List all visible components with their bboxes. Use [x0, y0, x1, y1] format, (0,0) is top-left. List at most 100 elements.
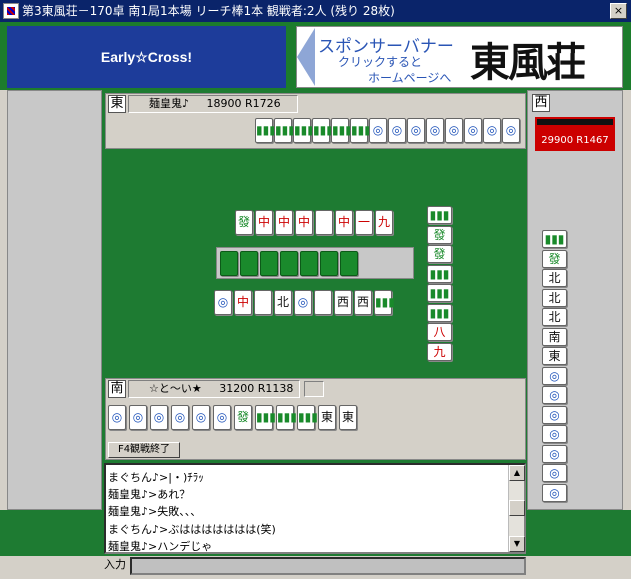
mahjong-tile[interactable]: ▮▮▮	[276, 405, 297, 430]
mahjong-tile: ▮▮▮	[427, 303, 452, 322]
mahjong-tile: 西	[354, 290, 372, 315]
mahjong-tile: 北	[542, 269, 567, 287]
tonpuso-logo: 東風荘	[470, 39, 586, 86]
left-panel	[7, 90, 102, 510]
mahjong-tile: 北	[542, 288, 567, 307]
mahjong-tile[interactable]: 東	[339, 405, 357, 430]
mahjong-tile[interactable]: 東	[318, 405, 336, 430]
mahjong-tile: ▮▮▮	[312, 118, 333, 143]
chat-scrollbar[interactable]: ▲ ▼	[508, 465, 525, 552]
mahjong-tile: ◎	[483, 118, 501, 143]
mahjong-tile: ◎	[464, 118, 482, 143]
mahjong-tile: 八	[427, 323, 452, 341]
mahjong-tile: ▮▮▮	[427, 264, 452, 283]
mahjong-tile: 中	[234, 290, 252, 315]
mahjong-tile: 一	[355, 210, 373, 235]
mahjong-tile[interactable]: ◎	[150, 405, 168, 430]
west-name-redacted	[537, 119, 613, 125]
mahjong-tile: ◎	[294, 290, 312, 315]
mahjong-tile: ◎	[542, 425, 567, 443]
mahjong-tile: ◎	[542, 444, 567, 463]
south-hand[interactable]: ◎ ◎ ◎ ◎ ◎ ◎ 發 ▮▮▮ ▮▮▮ ▮▮▮ 東東	[108, 405, 388, 435]
wall-tile	[340, 251, 358, 276]
close-button[interactable]: ×	[610, 3, 627, 19]
south-name: ☆と～い★	[149, 382, 202, 395]
dead-wall	[220, 251, 370, 277]
finish-spectating-button[interactable]: F4観戦終了	[108, 442, 180, 458]
west-seat-indicator: 西	[532, 94, 550, 112]
wall-tile	[280, 251, 298, 276]
wall-tile	[260, 251, 278, 276]
status-strip	[0, 575, 631, 579]
north-name: 麺皇鬼♪	[149, 97, 190, 110]
west-score: 29900	[541, 135, 574, 146]
wall-tile	[240, 251, 258, 276]
mahjong-tile: 西	[334, 290, 352, 315]
mahjong-tile: ◎	[214, 290, 232, 315]
mahjong-tile: 發	[427, 245, 452, 263]
mahjong-tile: ◎	[542, 366, 567, 385]
mahjong-tile[interactable]: ◎	[213, 405, 231, 430]
scroll-down-icon[interactable]: ▼	[509, 536, 525, 552]
north-seat-indicator: 東	[108, 95, 126, 113]
mahjong-tile[interactable]: ◎	[108, 405, 126, 430]
mahjong-tile[interactable]: ▮▮▮	[297, 405, 318, 430]
input-label: 入力	[104, 558, 126, 571]
scroll-up-icon[interactable]: ▲	[509, 465, 525, 481]
mahjong-tile	[254, 290, 272, 315]
mahjong-tile: ▮▮▮	[542, 230, 567, 248]
south-score: 31200	[219, 382, 255, 395]
south-discards: ◎ 中北 ◎ 西西 ▮▮▮	[214, 290, 404, 318]
wall-tile	[220, 251, 238, 276]
mahjong-tile: ◎	[445, 118, 463, 143]
mahjong-tile: ◎	[542, 483, 567, 502]
chat-log[interactable]: まぐちん♪>|・)ﾁﾗｯ 麺皇鬼♪>あれ？ 麺皇鬼♪>失敗、、、 まぐちん♪>ぶ…	[104, 463, 526, 554]
east-discards: ▮▮▮ 發發 ▮▮▮ ▮▮▮ ▮▮▮ 八九	[427, 206, 455, 366]
mahjong-tile: ◎	[542, 386, 567, 404]
banner-early-cross[interactable]: Early☆Cross!	[7, 26, 286, 88]
mahjong-tile: ▮▮▮	[274, 118, 295, 143]
mahjong-tile[interactable]: ◎	[192, 405, 210, 430]
title-bar: 第3東風荘－170卓 南1局1本場 リーチ棒1本 観戦者:2人 (残り 28枚)	[0, 0, 631, 22]
app-icon[interactable]	[3, 3, 19, 19]
mahjong-tile[interactable]: 發	[234, 405, 252, 430]
mahjong-tile[interactable]: ◎	[171, 405, 189, 430]
south-seat-indicator: 南	[108, 380, 126, 398]
north-rating: R1726	[245, 97, 281, 110]
sponsor-text-3: ホームページへ	[368, 71, 452, 85]
mahjong-tile: ◎	[502, 118, 520, 143]
north-name-field: 麺皇鬼♪ 18900 R1726	[128, 95, 298, 113]
mahjong-tile: 中	[255, 210, 273, 235]
south-rating: R1138	[257, 382, 294, 395]
mahjong-tile[interactable]: ▮▮▮	[255, 405, 276, 430]
mahjong-tile: ▮▮▮	[331, 118, 352, 143]
mahjong-tile: ◎	[407, 118, 425, 143]
chat-line: 麺皇鬼♪>あれ？	[108, 488, 191, 502]
mahjong-tile[interactable]: ◎	[129, 405, 147, 430]
mahjong-tile: 中	[335, 210, 353, 235]
mahjong-tile: 中	[295, 210, 313, 235]
mahjong-tile: 南	[542, 327, 567, 346]
south-status-box	[304, 381, 324, 397]
south-name-field: ☆と～い★ 31200 R1138	[128, 380, 300, 398]
mahjong-tile: 發	[235, 210, 253, 235]
window-title: 第3東風荘－170卓 南1局1本場 リーチ棒1本 観戦者:2人 (残り 28枚)	[22, 4, 395, 18]
mahjong-tile	[314, 290, 332, 315]
mahjong-tile: ▮▮▮	[350, 118, 371, 143]
north-hand: ▮▮▮ ▮▮▮ ▮▮▮ ▮▮▮ ▮▮▮ ▮▮▮ ◎ ◎ ◎ ◎ ◎ ◎ ◎ ◎	[255, 118, 520, 146]
north-score: 18900	[206, 97, 242, 110]
scroll-thumb[interactable]	[509, 500, 525, 516]
mahjong-tile: ◎	[426, 118, 444, 143]
west-rating: R1467	[576, 135, 609, 146]
mahjong-tile: 九	[375, 210, 393, 235]
mahjong-tile: ▮▮▮	[255, 118, 276, 143]
mahjong-tile: 發	[542, 249, 567, 268]
mahjong-tile: 發	[427, 225, 452, 244]
chat-input[interactable]	[130, 557, 526, 575]
mahjong-tile: ◎	[542, 464, 567, 482]
chat-line: 麺皇鬼♪>失敗、、、	[108, 505, 202, 519]
chat-line: まぐちん♪>ぶははははははは(笑)	[108, 522, 276, 536]
sponsor-text-2: クリックすると	[338, 55, 423, 69]
mahjong-tile: 中	[275, 210, 293, 235]
mahjong-tile: ▮▮▮	[427, 206, 452, 224]
